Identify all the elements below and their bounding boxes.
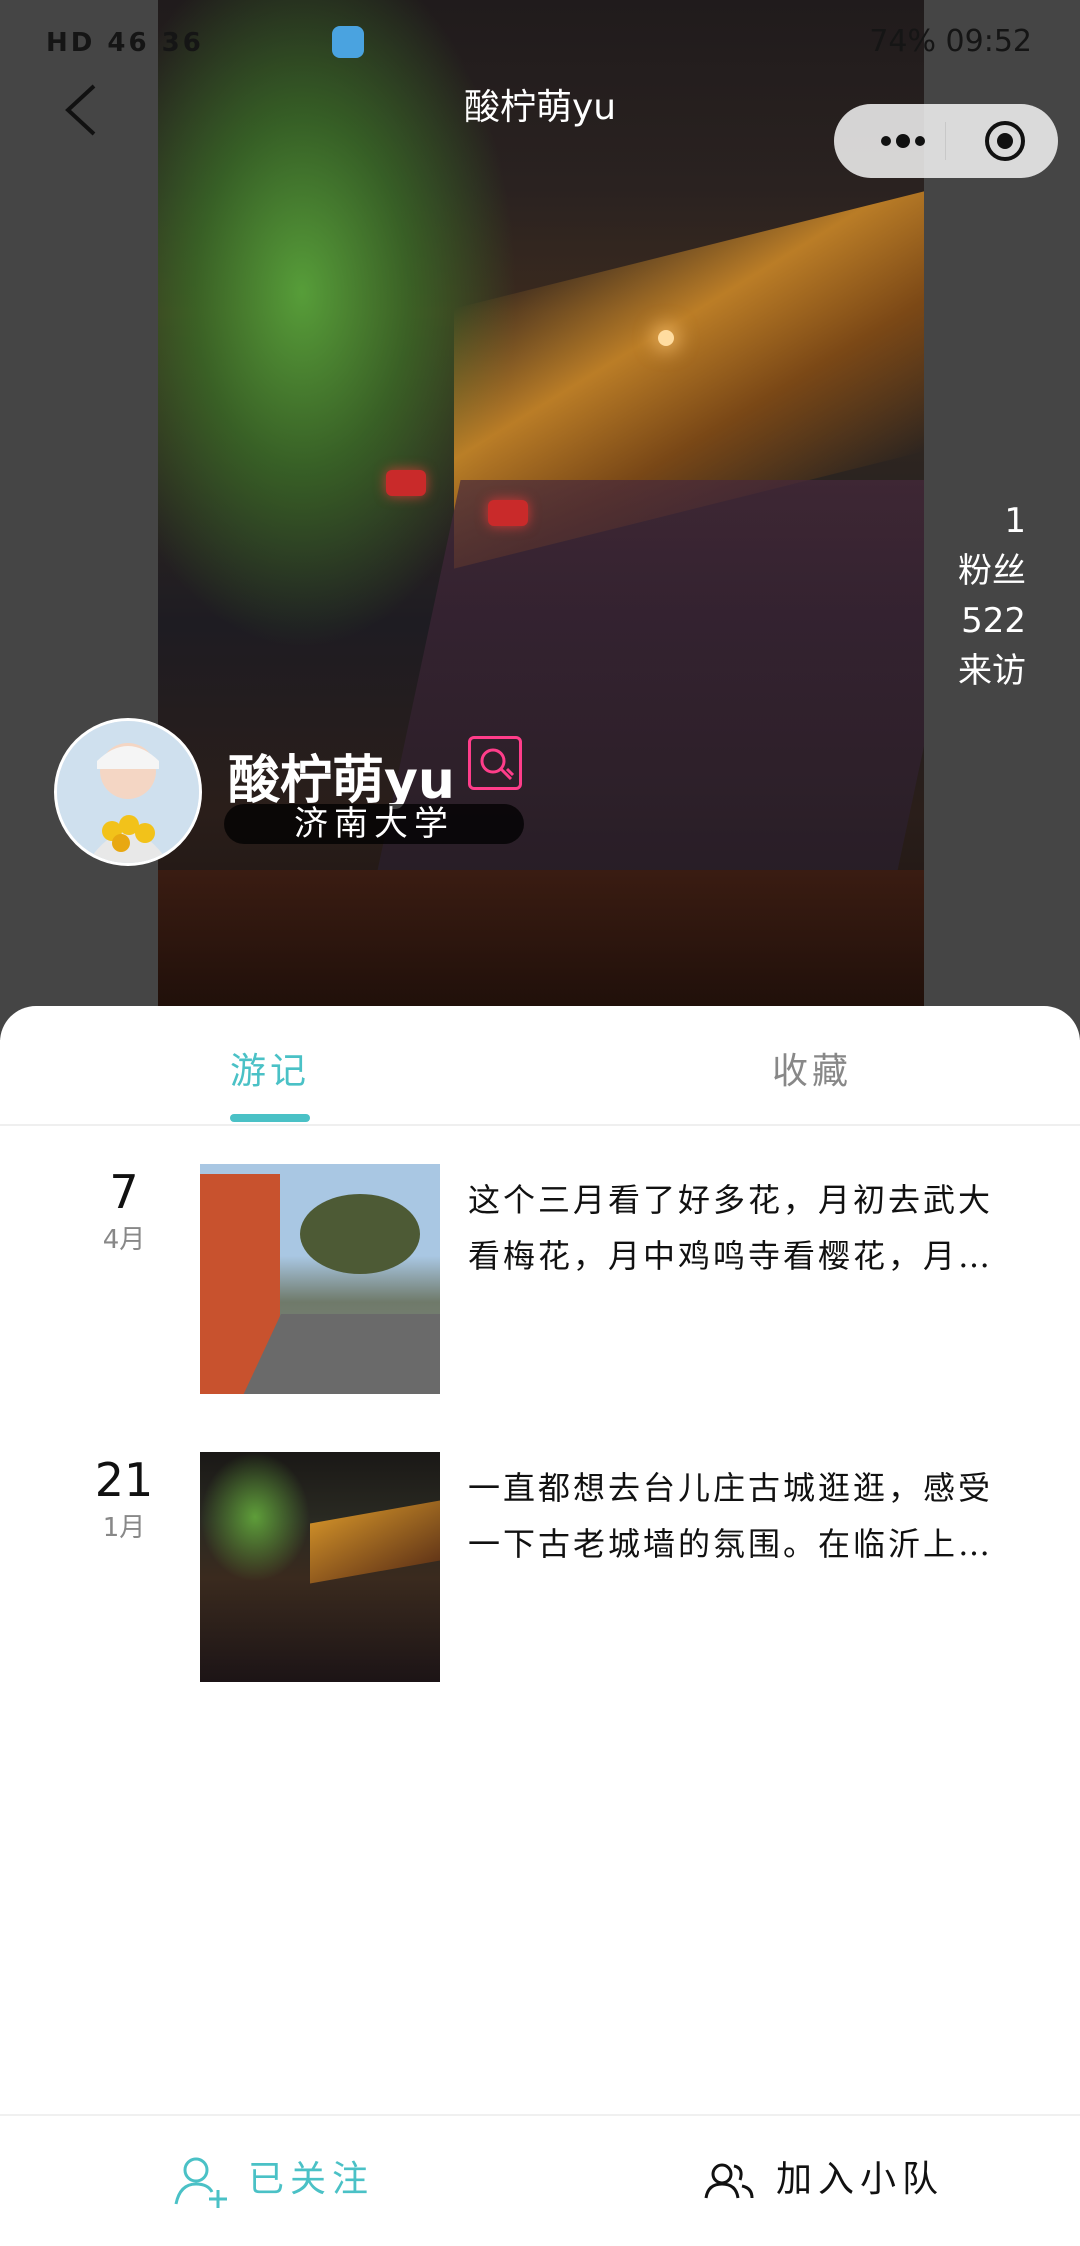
entry-day: 21 (94, 1453, 154, 1507)
photo-lamp (658, 330, 674, 346)
status-left: HD 46 36 (46, 28, 204, 58)
status-right: 74% 09:52 (869, 24, 1032, 59)
more-button[interactable] (856, 116, 946, 166)
entry-thumbnail[interactable] (200, 1164, 440, 1394)
entry-date: 7 4月 (84, 1164, 164, 1260)
profile-name: 酸柠萌yu (228, 751, 455, 811)
photo-boat (386, 470, 426, 496)
entry-month: 4月 (102, 1225, 146, 1255)
tab-travelogues[interactable]: 游记 (230, 1042, 310, 1094)
qr-code-button[interactable] (468, 736, 522, 790)
visits-count: 522 (961, 601, 1026, 641)
qr-icon (480, 748, 515, 781)
fans-label[interactable]: 粉丝 (958, 546, 1026, 596)
bottom-action-bar: 已关注 加入小队 (0, 2114, 1080, 2246)
fans-count: 1 (1004, 501, 1026, 541)
avatar[interactable] (54, 718, 202, 866)
follow-label: 已关注 (248, 2159, 375, 2200)
entry-line: 看梅花，月中鸡鸣寺看樱花，月… (468, 1237, 994, 1275)
miniapp-capsule (834, 104, 1058, 178)
entry-thumbnail[interactable] (200, 1452, 440, 1682)
tab-favorites[interactable]: 收藏 (772, 1042, 852, 1094)
active-tab-indicator (230, 1114, 310, 1122)
entry-date: 21 1月 (84, 1452, 164, 1548)
visits-label[interactable]: 来访 (958, 646, 1026, 696)
entry-line: 这个三月看了好多花，月初去武大 (468, 1181, 994, 1219)
entry-line: 一直都想去台儿庄古城逛逛，感受 (468, 1469, 994, 1507)
travelogue-item[interactable]: 7 4月 这个三月看了好多花，月初去武大 看梅花，月中鸡鸣寺看樱花，月… (0, 1164, 1080, 1396)
entry-line: 一下古老城墙的氛围。在临沂上… (468, 1525, 994, 1563)
profile-stats: 1 粉丝 522 来访 (958, 496, 1026, 696)
cover-photo[interactable] (158, 0, 924, 1040)
team-icon (704, 2163, 754, 2199)
entry-summary: 一直都想去台儿庄古城逛逛，感受 一下古老城墙的氛围。在临沂上… (468, 1460, 1008, 1572)
app-notification-icon (332, 26, 364, 58)
thumb-lights (310, 1500, 440, 1584)
entry-day: 7 (109, 1165, 139, 1219)
join-team-button[interactable]: 加入小队 (700, 2150, 944, 2210)
follow-user-icon (174, 2157, 227, 2208)
team-label: 加入小队 (776, 2159, 945, 2200)
thumb-tree (300, 1194, 420, 1274)
entry-month: 1月 (102, 1513, 146, 1543)
capsule-divider (945, 122, 946, 160)
travelogue-item[interactable]: 21 1月 一直都想去台儿庄古城逛逛，感受 一下古老城墙的氛围。在临沂上… (0, 1452, 1080, 1684)
thumb-trees (200, 1452, 310, 1582)
tab-bar: 游记 收藏 (0, 1006, 1080, 1126)
close-miniapp-button[interactable] (970, 116, 1040, 166)
follow-button[interactable]: 已关注 (172, 2150, 374, 2210)
school-badge: 济南大学 (224, 804, 524, 844)
avatar-image (57, 721, 199, 863)
photo-boat (488, 500, 528, 526)
content-sheet: 游记 收藏 7 4月 这个三月看了好多花，月初去武大 看梅花，月中鸡鸣寺看樱花，… (0, 1006, 1080, 2244)
profile-hero: HD 46 36 74% 09:52 酸柠萌yu 1 粉丝 522 来访 酸柠萌… (0, 0, 1080, 1040)
more-icon (881, 134, 925, 148)
entry-summary: 这个三月看了好多花，月初去武大 看梅花，月中鸡鸣寺看樱花，月… (468, 1172, 1008, 1284)
status-bar: HD 46 36 74% 09:52 (0, 0, 1080, 84)
target-icon (985, 121, 1025, 161)
